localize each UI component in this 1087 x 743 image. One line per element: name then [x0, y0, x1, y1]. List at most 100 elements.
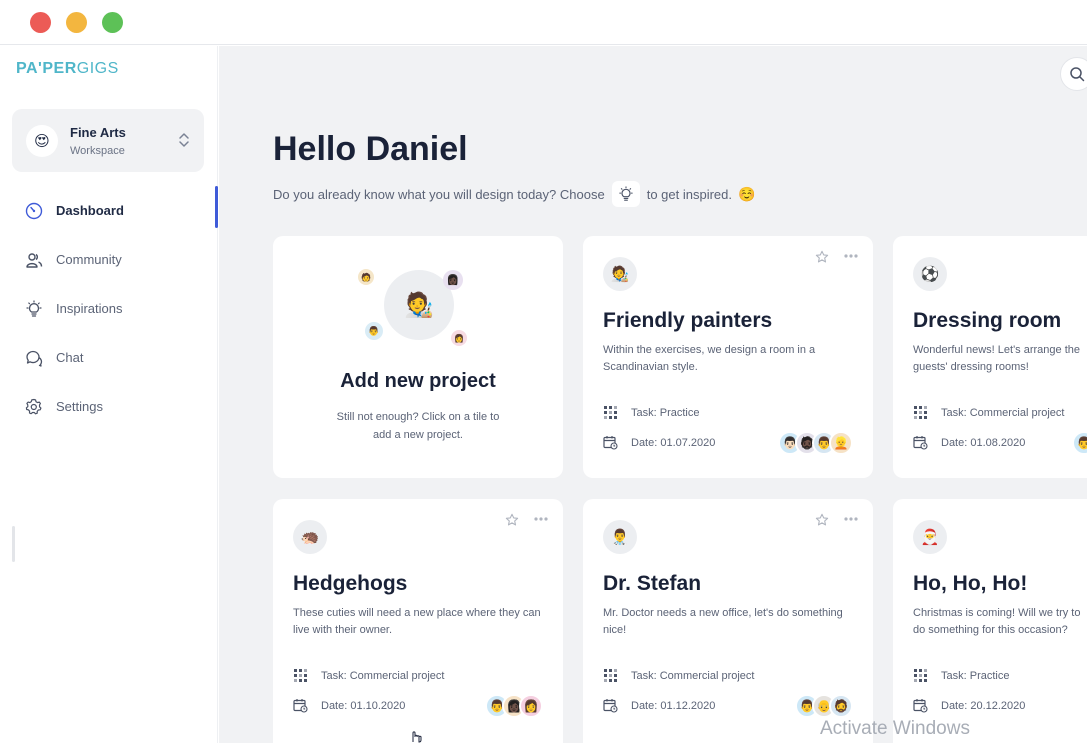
- gear-icon: [24, 397, 44, 417]
- sidebar-item-settings[interactable]: Settings: [0, 382, 218, 431]
- task-grid-icon: [294, 669, 307, 682]
- task-label: Task: Commercial project: [631, 669, 755, 682]
- main-content: Hello Daniel Do you already know what yo…: [219, 46, 1087, 743]
- subtitle-text-before: Do you already know what you will design…: [273, 186, 605, 202]
- project-card-ho-ho-ho[interactable]: 🎅 Ho, Ho, Ho! Christmas is coming! Will …: [893, 499, 1087, 743]
- more-options-icon[interactable]: [843, 511, 859, 527]
- inspiration-button[interactable]: [611, 181, 640, 207]
- task-grid-icon: [604, 406, 617, 419]
- member-avatars[interactable]: 👨: [1072, 431, 1087, 455]
- project-description: These cuties will need a new place where…: [293, 607, 541, 636]
- maximize-window-button[interactable]: [102, 12, 123, 33]
- sidebar-item-inspirations[interactable]: Inspirations: [0, 284, 218, 333]
- sidebar: PA'PERGIGS 😍 Fine Arts Workspace Dashboa…: [0, 46, 218, 743]
- workspace-name: Fine Arts: [70, 125, 126, 140]
- app-logo[interactable]: PA'PERGIGS: [16, 60, 119, 78]
- project-card-dressing-room[interactable]: ⚽ Dressing room Wonderful news! Let's ar…: [893, 236, 1087, 478]
- project-date: Date: 01.08.2020: [913, 435, 1025, 450]
- add-project-title: Add new project: [340, 370, 496, 392]
- member-avatars[interactable]: 👨 👩🏿 👩: [485, 694, 543, 718]
- sidebar-item-dashboard[interactable]: Dashboard: [0, 186, 218, 235]
- member-avatar: 👱: [829, 431, 853, 455]
- project-title: Friendly painters: [603, 309, 773, 332]
- calendar-clock-icon: [293, 699, 308, 713]
- workspace-avatar: 😍: [26, 125, 58, 157]
- chat-bubbles-icon: [24, 348, 44, 368]
- sidebar-item-label: Chat: [56, 350, 84, 365]
- project-title: Dressing room: [913, 309, 1062, 332]
- sidebar-nav: Dashboard Community Inspirations Chat Se…: [0, 186, 218, 431]
- avatar-bubble: 👨: [365, 322, 383, 340]
- project-card-hedgehogs[interactable]: 🦔 Hedgehogs These cuties will need a new…: [273, 499, 563, 743]
- project-date: Date: 01.10.2020: [293, 698, 405, 713]
- sidebar-item-label: Settings: [56, 399, 103, 414]
- chevron-up-down-icon: [179, 133, 189, 147]
- window-titlebar: [0, 0, 1087, 45]
- logo-bold-text: PA'PER: [16, 60, 77, 77]
- member-avatars[interactable]: 👨🏻 🧔🏿 👨 👱: [778, 431, 853, 455]
- star-icon[interactable]: [815, 250, 829, 264]
- project-description: Mr. Doctor needs a new office, let's do …: [603, 607, 843, 636]
- project-date: Date: 20.12.2020: [913, 698, 1025, 713]
- date-label: Date: 01.10.2020: [321, 699, 406, 712]
- task-label: Task: Practice: [631, 406, 700, 419]
- page-title: Hello Daniel: [273, 130, 468, 168]
- project-description: Christmas is coming! Will we try to do s…: [913, 607, 1081, 636]
- task-label: Task: Commercial project: [321, 669, 445, 682]
- sidebar-resize-handle[interactable]: [12, 526, 15, 562]
- workspace-subtitle: Workspace: [70, 145, 125, 157]
- member-avatar: 👨: [1072, 431, 1087, 455]
- project-avatar: 🧑‍🎨: [603, 257, 637, 291]
- more-options-icon[interactable]: [843, 248, 859, 264]
- page-subtitle: Do you already know what you will design…: [273, 181, 755, 207]
- sidebar-item-label: Dashboard: [56, 203, 124, 218]
- sidebar-item-label: Community: [56, 252, 122, 267]
- search-button[interactable]: [1060, 57, 1087, 91]
- task-label: Task: Commercial project: [941, 406, 1065, 419]
- task-grid-icon: [604, 669, 617, 682]
- project-card-dr-stefan[interactable]: 👨‍⚕️ Dr. Stefan Mr. Doctor needs a new o…: [583, 499, 873, 743]
- subtitle-text-after: to get inspired.: [646, 186, 732, 202]
- minimize-window-button[interactable]: [66, 12, 87, 33]
- project-avatar: 👨‍⚕️: [603, 520, 637, 554]
- project-avatar: 🎅: [913, 520, 947, 554]
- close-window-button[interactable]: [30, 12, 51, 33]
- member-avatar: 🧔: [829, 694, 853, 718]
- date-label: Date: 01.07.2020: [631, 436, 716, 449]
- avatar-bubble: 👩: [451, 330, 467, 346]
- project-title: Ho, Ho, Ho!: [913, 572, 1028, 595]
- calendar-clock-icon: [913, 436, 928, 450]
- add-project-illustration: 🧑‍🎨 🧑 👩🏿 👨 👩: [358, 266, 468, 348]
- date-label: Date: 01.08.2020: [941, 436, 1026, 449]
- project-date: Date: 01.12.2020: [603, 698, 715, 713]
- project-task: Task: Commercial project: [293, 668, 444, 683]
- logo-light-text: GIGS: [76, 60, 119, 77]
- star-icon[interactable]: [505, 513, 519, 527]
- project-description: Within the exercises, we design a room i…: [603, 344, 816, 373]
- date-label: Date: 01.12.2020: [631, 699, 716, 712]
- workspace-switcher[interactable]: 😍 Fine Arts Workspace: [12, 109, 204, 172]
- project-description: Wonderful news! Let's arrange the guests…: [913, 344, 1080, 373]
- project-title: Hedgehogs: [293, 572, 408, 595]
- project-card-friendly-painters[interactable]: 🧑‍🎨 Friendly painters Within the exercis…: [583, 236, 873, 478]
- project-task: Task: Practice: [913, 668, 1009, 683]
- date-label: Date: 20.12.2020: [941, 699, 1026, 712]
- calendar-clock-icon: [913, 699, 928, 713]
- hand-cursor-icon: [412, 731, 422, 743]
- member-avatars[interactable]: 👨 👴 🧔: [795, 694, 853, 718]
- project-task: Task: Commercial project: [913, 405, 1064, 420]
- sidebar-item-chat[interactable]: Chat: [0, 333, 218, 382]
- sidebar-item-community[interactable]: Community: [0, 235, 218, 284]
- activate-windows-watermark: Activate Windows: [820, 718, 970, 739]
- star-icon[interactable]: [815, 513, 829, 527]
- community-people-icon: [24, 250, 44, 270]
- search-icon: [1070, 67, 1085, 82]
- calendar-clock-icon: [603, 699, 618, 713]
- more-options-icon[interactable]: [533, 511, 549, 527]
- avatar-bubble: 👩🏿: [443, 270, 463, 290]
- project-task: Task: Commercial project: [603, 668, 754, 683]
- project-date: Date: 01.07.2020: [603, 435, 715, 450]
- project-task: Task: Practice: [603, 405, 699, 420]
- add-project-card[interactable]: 🧑‍🎨 🧑 👩🏿 👨 👩 Add new project Still not e…: [273, 236, 563, 478]
- task-label: Task: Practice: [941, 669, 1010, 682]
